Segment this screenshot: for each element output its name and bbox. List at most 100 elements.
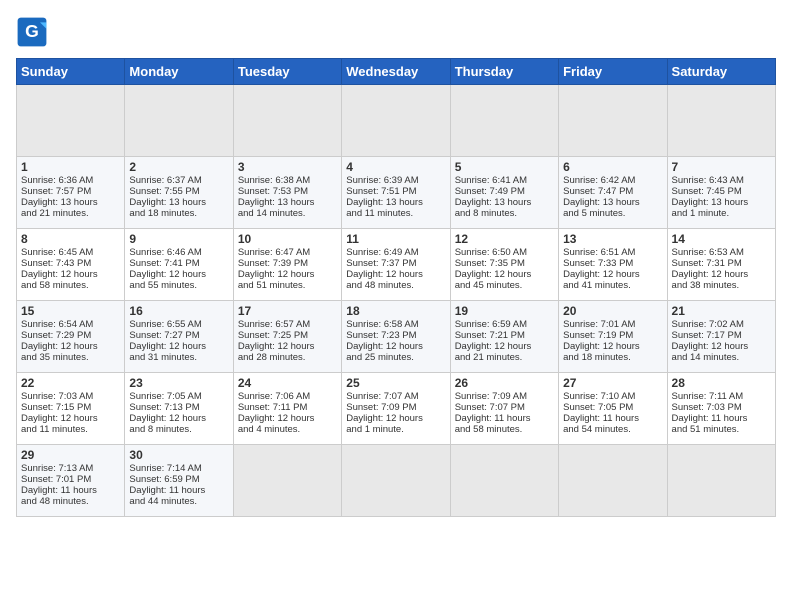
day-header-friday: Friday — [559, 59, 667, 85]
day-info: Sunset: 7:01 PM — [21, 474, 120, 485]
calendar-cell: 15Sunrise: 6:54 AMSunset: 7:29 PMDayligh… — [17, 301, 125, 373]
calendar-cell: 16Sunrise: 6:55 AMSunset: 7:27 PMDayligh… — [125, 301, 233, 373]
day-info: Sunset: 7:55 PM — [129, 186, 228, 197]
calendar-cell: 23Sunrise: 7:05 AMSunset: 7:13 PMDayligh… — [125, 373, 233, 445]
calendar-row — [17, 85, 776, 157]
day-header-thursday: Thursday — [450, 59, 558, 85]
day-info: Sunrise: 6:42 AM — [563, 175, 662, 186]
day-info: and 21 minutes. — [455, 352, 554, 363]
calendar-cell — [342, 445, 450, 517]
calendar-cell: 14Sunrise: 6:53 AMSunset: 7:31 PMDayligh… — [667, 229, 775, 301]
day-info: Sunset: 7:45 PM — [672, 186, 771, 197]
calendar-cell: 5Sunrise: 6:41 AMSunset: 7:49 PMDaylight… — [450, 157, 558, 229]
day-number: 29 — [21, 448, 120, 462]
days-header-row: SundayMondayTuesdayWednesdayThursdayFrid… — [17, 59, 776, 85]
day-info: Daylight: 12 hours — [21, 341, 120, 352]
calendar-cell: 26Sunrise: 7:09 AMSunset: 7:07 PMDayligh… — [450, 373, 558, 445]
day-info: Daylight: 13 hours — [238, 197, 337, 208]
day-header-monday: Monday — [125, 59, 233, 85]
day-info: and 14 minutes. — [238, 208, 337, 219]
day-info: Sunset: 7:43 PM — [21, 258, 120, 269]
day-info: Daylight: 11 hours — [129, 485, 228, 496]
day-info: Daylight: 13 hours — [21, 197, 120, 208]
day-header-wednesday: Wednesday — [342, 59, 450, 85]
day-number: 20 — [563, 304, 662, 318]
day-info: Sunrise: 7:03 AM — [21, 391, 120, 402]
day-info: Sunrise: 6:39 AM — [346, 175, 445, 186]
day-info: and 41 minutes. — [563, 280, 662, 291]
day-info: Daylight: 12 hours — [238, 341, 337, 352]
day-number: 12 — [455, 232, 554, 246]
calendar-cell: 3Sunrise: 6:38 AMSunset: 7:53 PMDaylight… — [233, 157, 341, 229]
calendar-cell: 10Sunrise: 6:47 AMSunset: 7:39 PMDayligh… — [233, 229, 341, 301]
calendar-cell: 2Sunrise: 6:37 AMSunset: 7:55 PMDaylight… — [125, 157, 233, 229]
calendar-cell: 22Sunrise: 7:03 AMSunset: 7:15 PMDayligh… — [17, 373, 125, 445]
day-info: Daylight: 12 hours — [21, 269, 120, 280]
day-info: Sunrise: 6:55 AM — [129, 319, 228, 330]
calendar-row: 8Sunrise: 6:45 AMSunset: 7:43 PMDaylight… — [17, 229, 776, 301]
logo: G — [16, 16, 52, 48]
day-info: Sunset: 7:21 PM — [455, 330, 554, 341]
day-number: 27 — [563, 376, 662, 390]
day-info: and 44 minutes. — [129, 496, 228, 507]
calendar-row: 22Sunrise: 7:03 AMSunset: 7:15 PM Dayligh… — [17, 373, 776, 445]
calendar-cell — [125, 85, 233, 157]
calendar-cell: 27Sunrise: 7:10 AMSunset: 7:05 PMDayligh… — [559, 373, 667, 445]
day-number: 15 — [21, 304, 120, 318]
day-info: and 8 minutes. — [455, 208, 554, 219]
day-info: Sunrise: 7:14 AM — [129, 463, 228, 474]
day-info: and 51 minutes. — [672, 424, 771, 435]
day-info: and 48 minutes. — [346, 280, 445, 291]
day-info: Sunrise: 7:01 AM — [563, 319, 662, 330]
day-number: 25 — [346, 376, 445, 390]
day-number: 18 — [346, 304, 445, 318]
day-info: Sunrise: 6:37 AM — [129, 175, 228, 186]
day-info: Sunset: 7:09 PM — [346, 402, 445, 413]
calendar-cell: 25Sunrise: 7:07 AMSunset: 7:09 PMDayligh… — [342, 373, 450, 445]
calendar-cell — [17, 85, 125, 157]
calendar-cell: 24Sunrise: 7:06 AMSunset: 7:11 PMDayligh… — [233, 373, 341, 445]
calendar-cell: 9Sunrise: 6:46 AMSunset: 7:41 PMDaylight… — [125, 229, 233, 301]
day-info: Sunset: 7:15 PM — [21, 402, 120, 413]
calendar-cell: 29Sunrise: 7:13 AMSunset: 7:01 PMDayligh… — [17, 445, 125, 517]
day-info: Sunset: 7:29 PM — [21, 330, 120, 341]
day-number: 23 — [129, 376, 228, 390]
day-info: and 1 minute. — [346, 424, 445, 435]
calendar-row: 29Sunrise: 7:13 AMSunset: 7:01 PM Dayligh… — [17, 445, 776, 517]
day-number: 14 — [672, 232, 771, 246]
day-info: Daylight: 13 hours — [563, 197, 662, 208]
day-info: Sunset: 7:39 PM — [238, 258, 337, 269]
day-info: Sunset: 7:13 PM — [129, 402, 228, 413]
day-info: Sunset: 7:07 PM — [455, 402, 554, 413]
day-number: 6 — [563, 160, 662, 174]
day-info: Daylight: 13 hours — [346, 197, 445, 208]
day-number: 2 — [129, 160, 228, 174]
day-info: and 14 minutes. — [672, 352, 771, 363]
calendar-cell — [450, 445, 558, 517]
day-info: Sunset: 7:25 PM — [238, 330, 337, 341]
day-number: 4 — [346, 160, 445, 174]
day-info: Daylight: 11 hours — [563, 413, 662, 424]
day-info: and 21 minutes. — [21, 208, 120, 219]
day-info: Daylight: 12 hours — [672, 269, 771, 280]
day-number: 21 — [672, 304, 771, 318]
day-info: Sunrise: 7:10 AM — [563, 391, 662, 402]
day-info: and 58 minutes. — [455, 424, 554, 435]
day-info: Sunset: 7:35 PM — [455, 258, 554, 269]
calendar-cell — [342, 85, 450, 157]
day-info: and 18 minutes. — [129, 208, 228, 219]
day-header-sunday: Sunday — [17, 59, 125, 85]
calendar-row: 1Sunrise: 6:36 AMSunset: 7:57 PMDaylight… — [17, 157, 776, 229]
day-info: Sunrise: 7:02 AM — [672, 319, 771, 330]
day-info: Sunrise: 7:13 AM — [21, 463, 120, 474]
day-info: and 51 minutes. — [238, 280, 337, 291]
day-info: Daylight: 12 hours — [455, 341, 554, 352]
day-info: Sunrise: 7:05 AM — [129, 391, 228, 402]
day-info: Sunset: 7:57 PM — [21, 186, 120, 197]
day-number: 1 — [21, 160, 120, 174]
day-info: and 58 minutes. — [21, 280, 120, 291]
day-info: Daylight: 11 hours — [672, 413, 771, 424]
day-info: Sunrise: 7:09 AM — [455, 391, 554, 402]
day-number: 22 — [21, 376, 120, 390]
calendar-cell: 11Sunrise: 6:49 AMSunset: 7:37 PMDayligh… — [342, 229, 450, 301]
